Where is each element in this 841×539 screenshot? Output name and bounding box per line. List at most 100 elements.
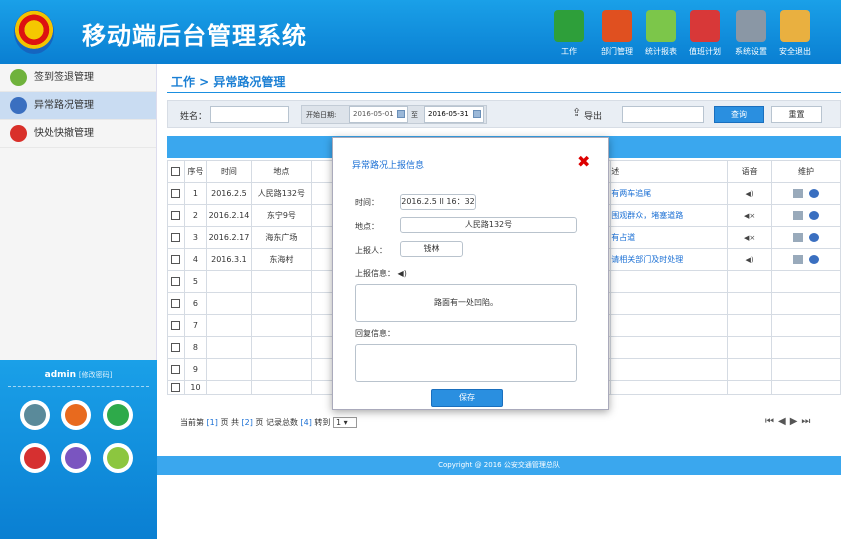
place-field[interactable]: 人民路132号 (400, 217, 577, 233)
cell-no: 7 (183, 314, 207, 337)
topnav-item[interactable]: 工作 (545, 10, 593, 57)
cell-desc[interactable]: 有两车追尾 (610, 182, 729, 205)
next-page-icon[interactable]: ▶ (790, 416, 802, 427)
view-user-icon[interactable] (809, 233, 820, 242)
speaker-icon[interactable]: ◀) (746, 256, 754, 264)
sidebar: 签到签退管理 异常路况管理 快处快撤管理 admin [修改密码] (0, 64, 157, 539)
first-page-icon[interactable]: ⏮ (765, 416, 778, 427)
column-header: 述 (610, 160, 729, 183)
row-select[interactable] (167, 314, 185, 337)
row-select[interactable] (167, 380, 185, 395)
report-icon (646, 10, 676, 42)
row-checkbox[interactable] (171, 277, 181, 286)
firefox-app-icon[interactable] (61, 400, 91, 430)
topnav-item[interactable]: 统计报表 (637, 10, 685, 57)
cell-maintain (771, 270, 841, 293)
cell-place: 东宁9号 (250, 204, 312, 227)
cell-maintain (771, 380, 841, 395)
row-select[interactable] (167, 248, 185, 271)
row-checkbox[interactable] (171, 321, 181, 330)
prev-page-icon[interactable]: ◀ (778, 416, 790, 427)
current-page[interactable]: [1] (207, 418, 218, 427)
sidebar-item[interactable]: 快处快撤管理 (0, 120, 156, 148)
row-checkbox[interactable] (171, 343, 181, 352)
chrome-app-icon[interactable] (61, 443, 91, 473)
row-select[interactable] (167, 182, 185, 205)
sidebar-item[interactable]: 异常路况管理 (0, 92, 156, 120)
row-select[interactable] (167, 270, 185, 293)
change-password-link[interactable]: [修改密码] (79, 371, 112, 379)
calendar-icon[interactable] (397, 110, 405, 118)
upload-icon[interactable]: ⇪ (572, 106, 581, 119)
app-icon-face (65, 447, 87, 469)
cell-place: 海东广场 (250, 226, 312, 249)
row-select[interactable] (167, 358, 185, 381)
header-select[interactable] (167, 160, 185, 183)
drive-app-icon[interactable] (103, 400, 133, 430)
reporter-field[interactable]: 钱林 (400, 241, 463, 257)
row-checkbox[interactable] (171, 233, 181, 242)
row-checkbox[interactable] (171, 383, 181, 392)
row-select[interactable] (167, 226, 185, 249)
topnav-item[interactable]: 部门管理 (593, 10, 641, 57)
topnav-item[interactable]: 安全退出 (771, 10, 819, 57)
export-button[interactable]: 导出 (584, 109, 602, 122)
sidebar-item-label: 异常路况管理 (34, 100, 94, 111)
last-page-icon[interactable]: ⏭ (801, 416, 814, 427)
pen-app-icon[interactable] (20, 400, 50, 430)
sidebar-item[interactable]: 签到签退管理 (0, 64, 156, 92)
date-to-input[interactable]: 2016-05-31 (424, 106, 484, 123)
edit-icon[interactable] (793, 255, 804, 264)
gmail-app-icon[interactable] (20, 443, 50, 473)
row-select[interactable] (167, 204, 185, 227)
edit-icon[interactable] (793, 189, 804, 198)
select-all-checkbox[interactable] (171, 167, 181, 176)
cell-desc[interactable]: 请相关部门及时处理 (610, 248, 729, 271)
search-button[interactable]: 查询 (714, 106, 764, 123)
view-user-icon[interactable] (809, 211, 820, 220)
cell-voice (727, 314, 773, 337)
search-keyword-input[interactable] (622, 106, 704, 123)
row-checkbox[interactable] (171, 365, 181, 374)
view-user-icon[interactable] (809, 255, 820, 264)
calendar-icon[interactable] (473, 110, 481, 118)
view-user-icon[interactable] (809, 189, 820, 198)
pager-text: 当前第 (180, 418, 204, 427)
mute-icon[interactable]: ◀× (744, 234, 755, 242)
calendar-icon (690, 10, 720, 42)
row-checkbox[interactable] (171, 255, 181, 264)
page-select[interactable]: 1 ▾ (332, 417, 357, 428)
row-select[interactable] (167, 336, 185, 359)
row-select[interactable] (167, 292, 185, 315)
speaker-icon[interactable]: ◀) (746, 190, 754, 198)
cell-desc[interactable]: 有占道 (610, 226, 729, 249)
row-checkbox[interactable] (171, 189, 181, 198)
speaker-icon[interactable]: ◀) (395, 269, 407, 278)
mute-icon[interactable]: ◀× (744, 212, 755, 220)
divider (8, 386, 149, 387)
cell-desc[interactable]: 围观群众，堵塞道路 (610, 204, 729, 227)
record-count: [4] (300, 418, 312, 427)
edit-icon[interactable] (793, 211, 804, 220)
android-app-icon[interactable] (103, 443, 133, 473)
row-checkbox[interactable] (171, 299, 181, 308)
row-checkbox[interactable] (171, 211, 181, 220)
edit-icon[interactable] (793, 233, 804, 242)
reset-button[interactable]: 重置 (771, 106, 822, 123)
date-from-input[interactable]: 2016-05-01 (349, 106, 408, 123)
cell-time (205, 336, 252, 359)
pager-text: 转到 (314, 418, 331, 427)
close-icon[interactable]: ✖ (577, 152, 590, 171)
time-field[interactable]: 2016.2.5 ll 16：32 (400, 194, 476, 210)
cell-voice (727, 336, 773, 359)
topnav-item[interactable]: 系统设置 (727, 10, 775, 57)
reply-textarea[interactable] (355, 344, 577, 382)
cell-desc (610, 380, 729, 395)
topnav-item[interactable]: 值班计划 (681, 10, 729, 57)
total-pages: [2] (241, 418, 253, 427)
report-info-field[interactable]: 路面有一处凹陷。 (355, 284, 577, 322)
save-button[interactable]: 保存 (431, 389, 503, 407)
footer: Copyright @ 2016 公安交通管理总队 (157, 456, 841, 475)
user-checkin-icon (10, 69, 27, 86)
name-input[interactable] (210, 106, 289, 123)
